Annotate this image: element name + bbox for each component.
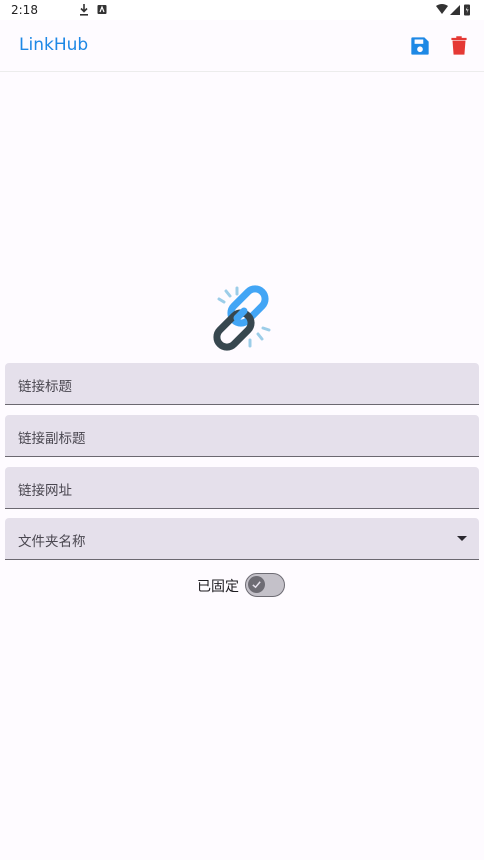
check-icon (252, 581, 261, 589)
status-time: 2:18 (11, 3, 38, 17)
url-field[interactable]: 链接网址 (5, 467, 479, 509)
status-bar: 2:18 (0, 0, 484, 20)
toggle-knob (248, 576, 265, 593)
trash-icon (452, 40, 466, 55)
dropdown-arrow-icon (457, 536, 467, 541)
subtitle-field[interactable]: 链接副标题 (5, 415, 479, 457)
app-title: LinkHub (19, 35, 89, 55)
subtitle-field-label: 链接副标题 (18, 431, 86, 447)
pin-toggle[interactable] (245, 573, 285, 597)
url-field-label: 链接网址 (18, 483, 72, 499)
folder-dropdown-label: 文件夹名称 (18, 534, 86, 550)
save-button[interactable] (407, 33, 433, 59)
title-field-label: 链接标题 (18, 379, 72, 395)
pin-row: 已固定 (0, 572, 484, 599)
signal-icon (450, 5, 460, 15)
link-chain-icon (213, 285, 271, 351)
status-indicators (436, 4, 470, 16)
title-field[interactable]: 链接标题 (5, 363, 479, 405)
app-bar: LinkHub (0, 20, 484, 72)
wifi-icon (436, 4, 448, 14)
notification-app-icon (97, 5, 107, 14)
delete-button[interactable] (446, 33, 472, 59)
folder-dropdown[interactable]: 文件夹名称 (5, 518, 479, 560)
pin-label: 已固定 (197, 579, 239, 595)
download-icon (80, 4, 88, 16)
